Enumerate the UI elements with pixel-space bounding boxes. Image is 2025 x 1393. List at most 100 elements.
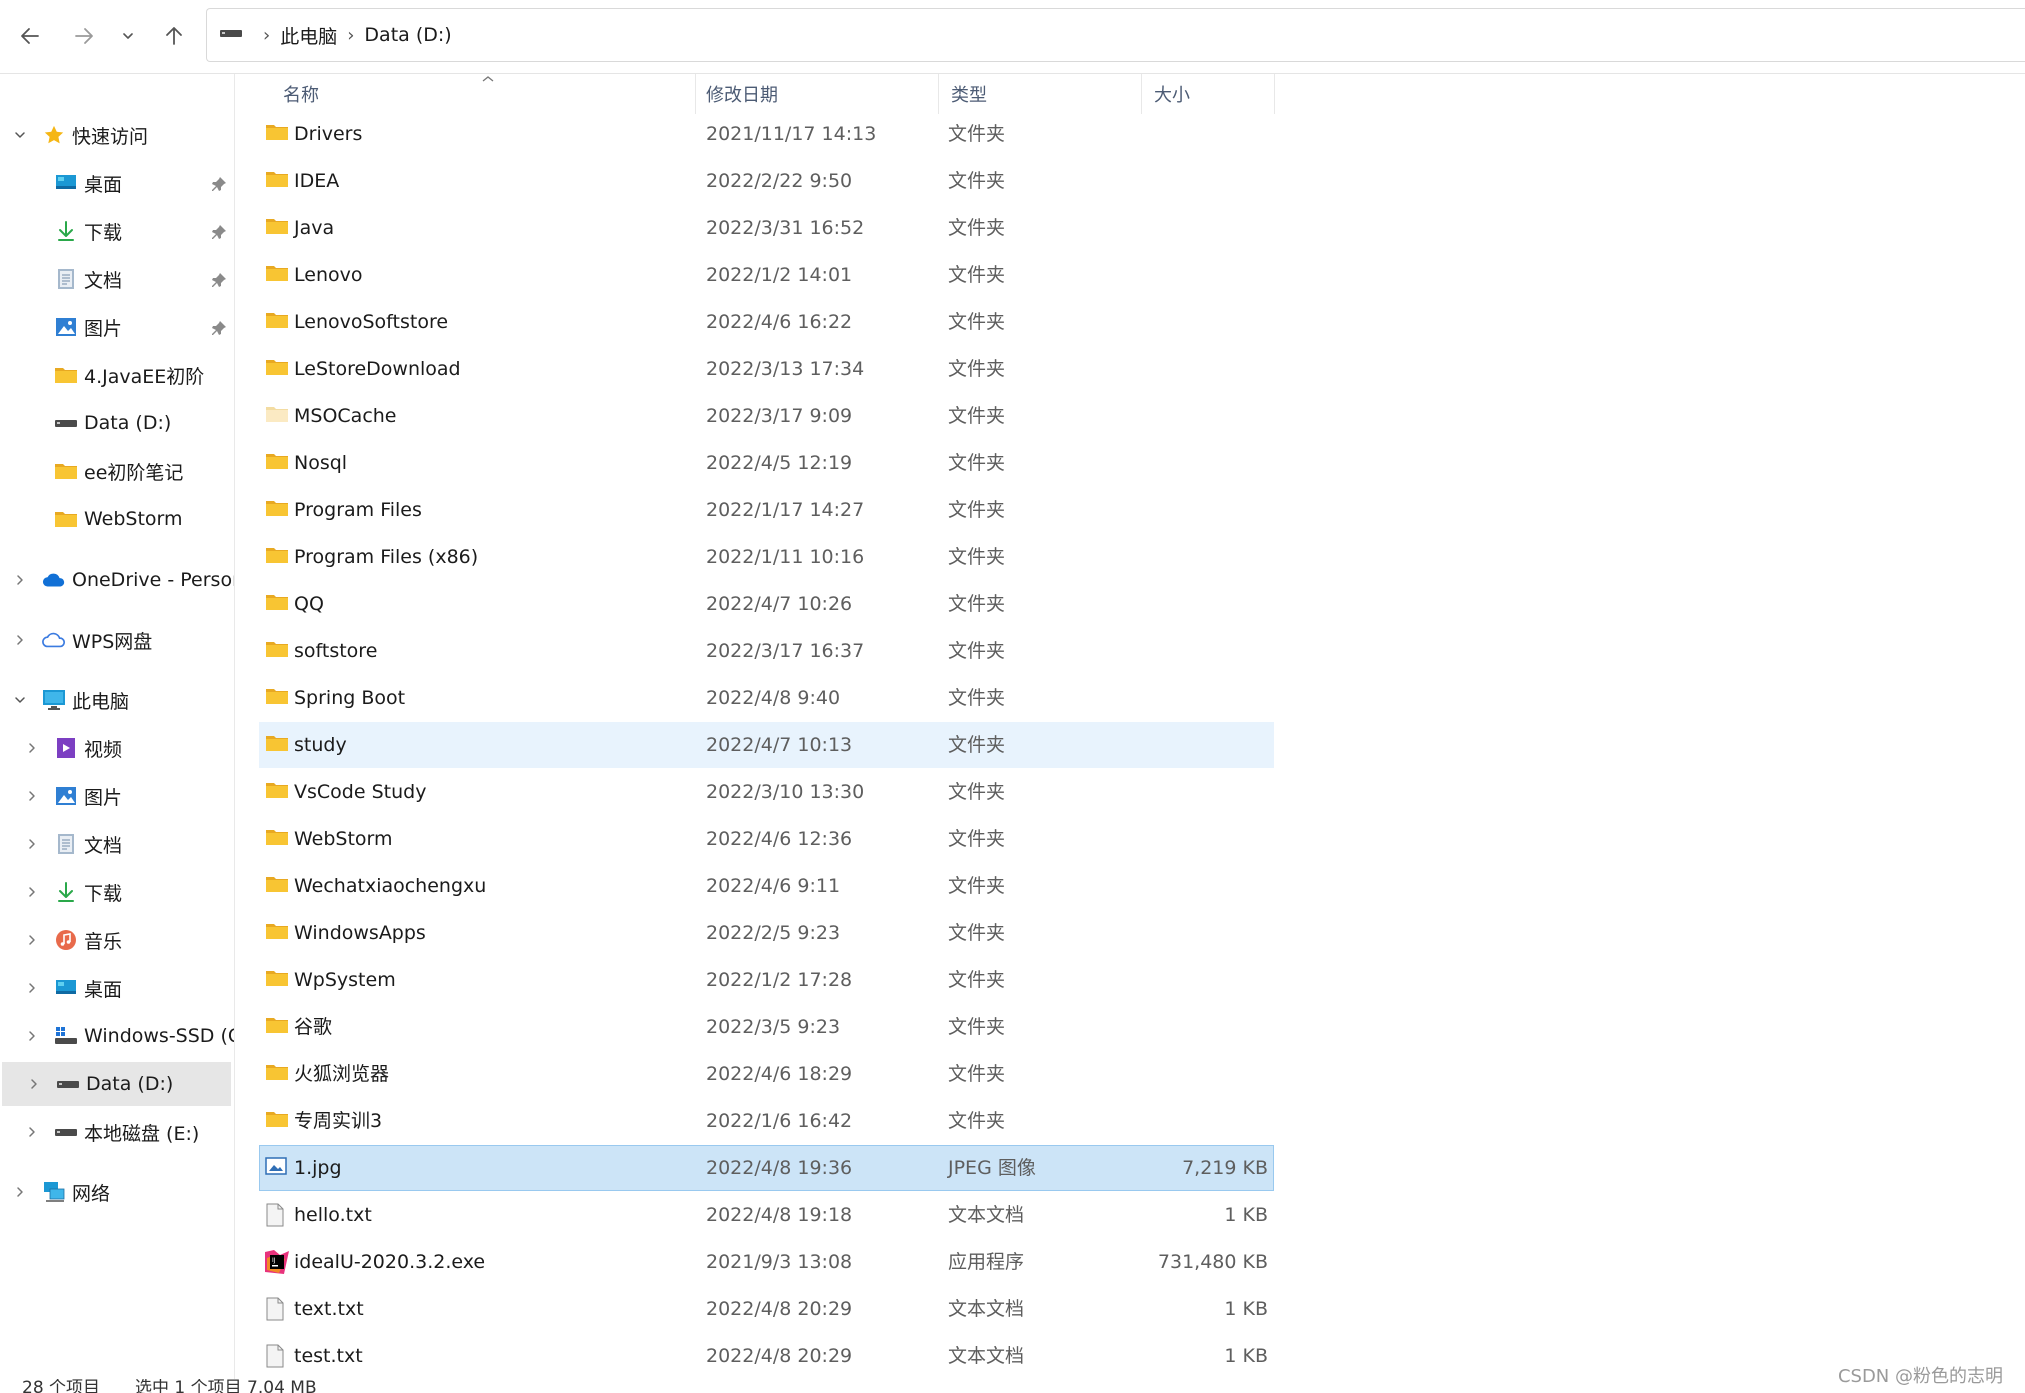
file-row[interactable]: WebStorm 2022/4/6 12:36 文件夹: [259, 816, 1274, 862]
image-file-icon: [265, 1156, 289, 1180]
sidebar-item[interactable]: 此电脑: [0, 678, 234, 722]
file-row[interactable]: 谷歌 2022/3/5 9:23 文件夹: [259, 1004, 1274, 1050]
sidebar-item[interactable]: WPS网盘: [0, 618, 234, 662]
up-button[interactable]: [152, 14, 196, 58]
sidebar-item[interactable]: 4.JavaEE初阶: [0, 353, 234, 397]
chevron-down-icon[interactable]: [12, 692, 28, 708]
sidebar-item[interactable]: Data (D:): [2, 1062, 231, 1106]
network-icon: [42, 1180, 66, 1204]
folder-icon: [265, 169, 289, 193]
file-row[interactable]: LeStoreDownload 2022/3/13 17:34 文件夹: [259, 346, 1274, 392]
sidebar-item[interactable]: 文档: [0, 257, 234, 301]
file-row[interactable]: QQ 2022/4/7 10:26 文件夹: [259, 581, 1274, 627]
file-row[interactable]: WindowsApps 2022/2/5 9:23 文件夹: [259, 910, 1274, 956]
chevron-right-icon[interactable]: [24, 740, 40, 756]
selection-info: 选中 1 个项目 7.04 MB: [135, 1379, 317, 1393]
forward-button[interactable]: [62, 14, 106, 58]
sidebar-item[interactable]: OneDrive - Personal: [0, 558, 234, 602]
sidebar-item[interactable]: 图片: [0, 305, 234, 349]
folder-icon: [265, 921, 289, 945]
file-row[interactable]: 火狐浏览器 2022/4/6 18:29 文件夹: [259, 1051, 1274, 1097]
folder-icon: [265, 592, 289, 616]
chevron-right-icon[interactable]: [26, 1076, 42, 1092]
chevron-right-icon[interactable]: [12, 572, 28, 588]
chevron-right-icon[interactable]: [24, 788, 40, 804]
sidebar-item[interactable]: ee初阶笔记: [0, 449, 234, 493]
file-row[interactable]: Program Files (x86) 2022/1/11 10:16 文件夹: [259, 534, 1274, 580]
column-header-size[interactable]: 大小: [1142, 74, 1275, 114]
file-row[interactable]: softstore 2022/3/17 16:37 文件夹: [259, 628, 1274, 674]
breadcrumb-separator: ›: [263, 24, 271, 46]
file-row[interactable]: Lenovo 2022/1/2 14:01 文件夹: [259, 252, 1274, 298]
breadcrumb-data-drive[interactable]: Data (D:): [364, 24, 451, 46]
file-row[interactable]: IJ idealU-2020.3.2.exe 2021/9/3 13:08 应用程序 7…: [259, 1239, 1274, 1285]
file-name: VsCode Study: [294, 781, 427, 803]
sidebar-item-label: 此电脑: [72, 690, 130, 713]
sidebar-item-label: Data (D:): [84, 412, 172, 434]
sidebar-item[interactable]: 音乐: [0, 918, 234, 962]
column-header-name[interactable]: 名称: [235, 74, 696, 114]
file-row[interactable]: IDEA 2022/2/22 9:50 文件夹: [259, 158, 1274, 204]
file-row[interactable]: hello.txt 2022/4/8 19:18 文本文档 1 KB: [259, 1192, 1274, 1238]
file-row[interactable]: WpSystem 2022/1/2 17:28 文件夹: [259, 957, 1274, 1003]
sidebar-item[interactable]: 下载: [0, 209, 234, 253]
recent-locations-button[interactable]: [106, 14, 150, 58]
file-row[interactable]: Spring Boot 2022/4/8 9:40 文件夹: [259, 675, 1274, 721]
file-row[interactable]: LenovoSoftstore 2022/4/6 16:22 文件夹: [259, 299, 1274, 345]
chevron-right-icon[interactable]: [24, 884, 40, 900]
sidebar-item-label: 音乐: [84, 930, 123, 953]
file-row[interactable]: Java 2022/3/31 16:52 文件夹: [259, 205, 1274, 251]
file-type: 文件夹: [948, 123, 1006, 145]
sidebar-item-label: 文档: [84, 834, 123, 857]
address-bar[interactable]: › 此电脑 › Data (D:): [206, 8, 2025, 62]
sidebar-item[interactable]: WebStorm: [0, 497, 234, 541]
sidebar-item[interactable]: 桌面: [0, 161, 234, 205]
file-row[interactable]: study 2022/4/7 10:13 文件夹: [259, 722, 1274, 768]
chevron-right-icon[interactable]: [12, 1184, 28, 1200]
file-row[interactable]: MSOCache 2022/3/17 9:09 文件夹: [259, 393, 1274, 439]
file-row[interactable]: Nosql 2022/4/5 12:19 文件夹: [259, 440, 1274, 486]
file-type: 文件夹: [948, 311, 1006, 333]
file-type: 文件夹: [948, 922, 1006, 944]
sidebar-item[interactable]: 网络: [0, 1170, 234, 1214]
file-row[interactable]: 1.jpg 2022/4/8 19:36 JPEG 图像 7,219 KB: [259, 1145, 1274, 1191]
breadcrumb-this-pc[interactable]: 此电脑: [280, 22, 337, 49]
file-type: 文件夹: [948, 499, 1006, 521]
file-size: 1 KB: [1224, 1204, 1268, 1226]
sidebar-item[interactable]: 桌面: [0, 966, 234, 1010]
file-name: text.txt: [294, 1298, 364, 1320]
file-row[interactable]: Drivers 2021/11/17 14:13 文件夹: [259, 111, 1274, 157]
file-row[interactable]: text.txt 2022/4/8 20:29 文本文档 1 KB: [259, 1286, 1274, 1332]
file-type: 文件夹: [948, 734, 1006, 756]
file-row[interactable]: Program Files 2022/1/17 14:27 文件夹: [259, 487, 1274, 533]
pin-icon: [211, 271, 227, 287]
download-icon: [54, 219, 78, 243]
sidebar-item[interactable]: Windows-SSD (C:): [0, 1014, 234, 1058]
sidebar-item[interactable]: 图片: [0, 774, 234, 818]
sidebar-item[interactable]: 视频: [0, 726, 234, 770]
file-type: 文本文档: [948, 1345, 1025, 1367]
sidebar-item[interactable]: Data (D:): [0, 401, 234, 445]
file-row[interactable]: test.txt 2022/4/8 20:29 文本文档 1 KB: [259, 1333, 1274, 1379]
column-header-date[interactable]: 修改日期: [696, 74, 939, 114]
file-row[interactable]: 专周实训3 2022/1/6 16:42 文件夹: [259, 1098, 1274, 1144]
file-row[interactable]: VsCode Study 2022/3/10 13:30 文件夹: [259, 769, 1274, 815]
file-type: 文件夹: [948, 170, 1006, 192]
back-button[interactable]: [8, 14, 52, 58]
file-name: hello.txt: [294, 1204, 372, 1226]
column-header-type[interactable]: 类型: [939, 74, 1142, 114]
sidebar-item[interactable]: 本地磁盘 (E:): [0, 1110, 234, 1154]
chevron-right-icon[interactable]: [24, 1124, 40, 1140]
sidebar-item-label: ee初阶笔记: [84, 461, 184, 484]
chevron-right-icon[interactable]: [24, 836, 40, 852]
chevron-right-icon[interactable]: [24, 932, 40, 948]
sidebar-item[interactable]: 下载: [0, 870, 234, 914]
file-type: 文本文档: [948, 1204, 1025, 1226]
sidebar-item[interactable]: 文档: [0, 822, 234, 866]
chevron-right-icon[interactable]: [24, 980, 40, 996]
chevron-right-icon[interactable]: [24, 1028, 40, 1044]
sidebar-item[interactable]: 快速访问: [0, 113, 234, 157]
chevron-right-icon[interactable]: [12, 632, 28, 648]
file-row[interactable]: Wechatxiaochengxu 2022/4/6 9:11 文件夹: [259, 863, 1274, 909]
chevron-down-icon[interactable]: [12, 127, 28, 143]
